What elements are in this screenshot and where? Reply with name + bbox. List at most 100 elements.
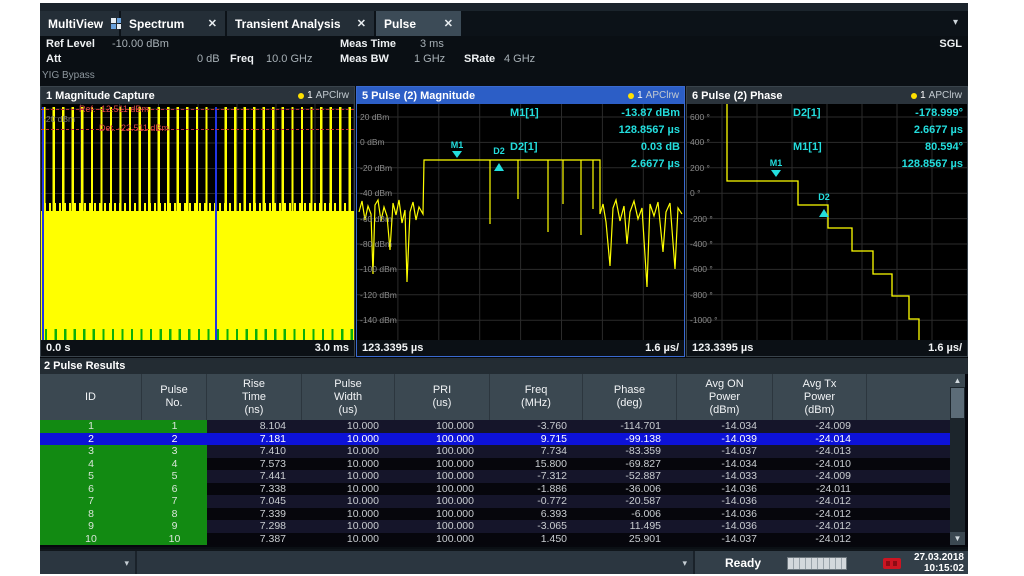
table-row[interactable]: 997.29810.000100.000-3.06511.495-14.036-… [40, 520, 950, 533]
panel1-title-bar[interactable]: 1 Magnitude Capture 1 APClrw [41, 87, 354, 104]
table-row[interactable]: 777.04510.000100.000-0.772-20.587-14.036… [40, 495, 950, 508]
tab-pulse[interactable]: Pulse ✕ [376, 11, 461, 36]
selection-line-left[interactable] [42, 107, 44, 341]
table-cell: -0.772 [490, 495, 583, 508]
pulse-results-body: 118.10410.000100.000-3.760-114.701-14.03… [40, 420, 950, 545]
panel5-x-axis: 123.3395 µs 1.6 µs/ [357, 340, 684, 356]
panel6-plot-area[interactable]: M1 D2 D2[1]-178.999° 2.6677 µs M1[1]80.5… [687, 104, 967, 341]
trace-mode: APClrw [646, 90, 679, 101]
table-cell: 100.000 [395, 420, 490, 433]
table-cell: 7.338 [207, 483, 302, 496]
status-dropdown-left[interactable]: ▾ [40, 551, 137, 574]
att-value[interactable]: 0 dB [197, 53, 220, 65]
marker-name: M1[1] [510, 105, 539, 122]
table-cell: 2 [40, 433, 142, 446]
meas-bw-value[interactable]: 1 GHz [414, 53, 445, 65]
diagram-area: 1 Magnitude Capture 1 APClrw -20 dBm Ref [40, 86, 968, 358]
col-header-avg-tx-power: Avg Tx Power (dBm) [773, 374, 867, 420]
window-pulse-magnitude[interactable]: 5 Pulse (2) Magnitude 1 APClrw M1 D2 [356, 86, 685, 357]
panel6-x-axis: 123.3395 µs 1.6 µs/ [687, 340, 967, 356]
close-icon[interactable]: ✕ [444, 17, 453, 30]
selection-line-pulse[interactable] [215, 107, 217, 341]
y-tick-label: -400 ° [690, 239, 713, 249]
window-magnitude-capture[interactable]: 1 Magnitude Capture 1 APClrw -20 dBm Ref [40, 86, 355, 357]
col-header-empty [867, 374, 950, 420]
marker-value: -178.999° [915, 105, 963, 122]
panel1-plot-area[interactable]: -20 dBm Ref. -12.511 dBm Det. -22.511 dB… [41, 104, 354, 341]
table-cell-empty [867, 533, 950, 546]
marker-time: 128.8567 µs [902, 156, 963, 173]
table-cell: 8 [40, 508, 142, 521]
table-cell: 100.000 [395, 508, 490, 521]
table-row[interactable]: 557.44110.000100.000-7.312-52.887-14.033… [40, 470, 950, 483]
table-row[interactable]: 118.10410.000100.000-3.760-114.701-14.03… [40, 420, 950, 433]
y-tick-label: -1000 ° [690, 315, 718, 325]
table-cell: 7.410 [207, 445, 302, 458]
table-cell: -24.012 [773, 495, 867, 508]
table-cell: 1.450 [490, 533, 583, 546]
table-cell: 6 [142, 483, 207, 496]
x-axis-scale: 1.6 µs/ [928, 342, 962, 354]
ready-status: Ready [725, 556, 761, 570]
close-icon[interactable]: ✕ [357, 17, 366, 30]
tab-multiview-label: MultiView [48, 17, 103, 31]
window-pulse-phase[interactable]: 6 Pulse (2) Phase 1 APClrw M1 D2 D2[ [686, 86, 968, 357]
instrument-screen: MultiView Spectrum ✕ Transient Analysis … [40, 3, 968, 574]
col-header-phase: Phase (deg) [583, 374, 677, 420]
table-cell: -99.138 [583, 433, 677, 446]
y-tick-label: 0 ° [690, 188, 701, 198]
close-icon[interactable]: ✕ [208, 17, 217, 30]
table-row[interactable]: 227.18110.000100.0009.715-99.138-14.039-… [40, 433, 950, 446]
table-cell-empty [867, 520, 950, 533]
panel1-x-axis: 0.0 s 3.0 ms [41, 340, 354, 356]
table-cell: 25.901 [583, 533, 677, 546]
ref-level-value[interactable]: -10.00 dBm [112, 38, 169, 50]
table-cell: -24.014 [773, 433, 867, 446]
table-cell: 7.734 [490, 445, 583, 458]
marker-value: -13.87 dBm [621, 105, 680, 122]
chevron-down-icon[interactable]: ▾ [953, 17, 958, 28]
table-cell: -14.037 [677, 533, 773, 546]
meas-time-value[interactable]: 3 ms [420, 38, 444, 50]
table-cell: 6 [40, 483, 142, 496]
panel5-plot-area[interactable]: M1 D2 M1[1]-13.87 dBm 128.8567 µs D2[1]0… [357, 104, 684, 341]
freq-value[interactable]: 10.0 GHz [266, 53, 312, 65]
ref-level-label: Ref Level [46, 38, 95, 50]
scrollbar-thumb[interactable] [951, 388, 964, 418]
table-cell: -36.006 [583, 483, 677, 496]
tab-multiview[interactable]: MultiView [40, 11, 119, 36]
table-cell: 7.045 [207, 495, 302, 508]
table-cell: 100.000 [395, 470, 490, 483]
table-scrollbar[interactable]: ▲ ▼ [950, 374, 965, 545]
y-tick-label: 600 ° [690, 112, 710, 122]
table-cell: 9.715 [490, 433, 583, 446]
col-header-freq: Freq (MHz) [490, 374, 583, 420]
table-row[interactable]: 10107.38710.000100.0001.45025.901-14.037… [40, 533, 950, 546]
y-tick-label: 400 ° [690, 137, 710, 147]
table-cell: 10.000 [302, 508, 395, 521]
panel5-title-bar[interactable]: 5 Pulse (2) Magnitude 1 APClrw [357, 87, 684, 104]
panel5-trace-legend: 1 APClrw [628, 90, 679, 101]
table-cell: 11.495 [583, 520, 677, 533]
table-row[interactable]: 667.33810.000100.000-1.886-36.006-14.036… [40, 483, 950, 496]
srate-value[interactable]: 4 GHz [504, 53, 535, 65]
tab-transient-analysis[interactable]: Transient Analysis ✕ [227, 11, 374, 36]
pulse-results-title[interactable]: 2 Pulse Results [40, 358, 968, 374]
panel6-title-bar[interactable]: 6 Pulse (2) Phase 1 APClrw [687, 87, 967, 104]
x-axis-scale: 1.6 µs/ [645, 342, 679, 354]
detection-level-line [41, 129, 354, 130]
tab-spectrum[interactable]: Spectrum ✕ [121, 11, 225, 36]
table-cell: 1 [40, 420, 142, 433]
scroll-up-icon[interactable]: ▲ [950, 374, 965, 387]
table-cell: 7.573 [207, 458, 302, 471]
status-message-area[interactable]: ▾ [137, 551, 695, 574]
marker-m1-label: M1 [770, 158, 783, 168]
table-row[interactable]: 447.57310.000100.00015.800-69.827-14.034… [40, 458, 950, 471]
marker-name: D2[1] [793, 105, 821, 122]
scroll-down-icon[interactable]: ▼ [950, 532, 965, 545]
table-row[interactable]: 887.33910.000100.0006.393-6.006-14.036-2… [40, 508, 950, 521]
table-row[interactable]: 337.41010.000100.0007.734-83.359-14.037-… [40, 445, 950, 458]
meas-time-label: Meas Time [340, 38, 396, 50]
table-cell: -24.011 [773, 483, 867, 496]
table-cell-empty [867, 433, 950, 446]
